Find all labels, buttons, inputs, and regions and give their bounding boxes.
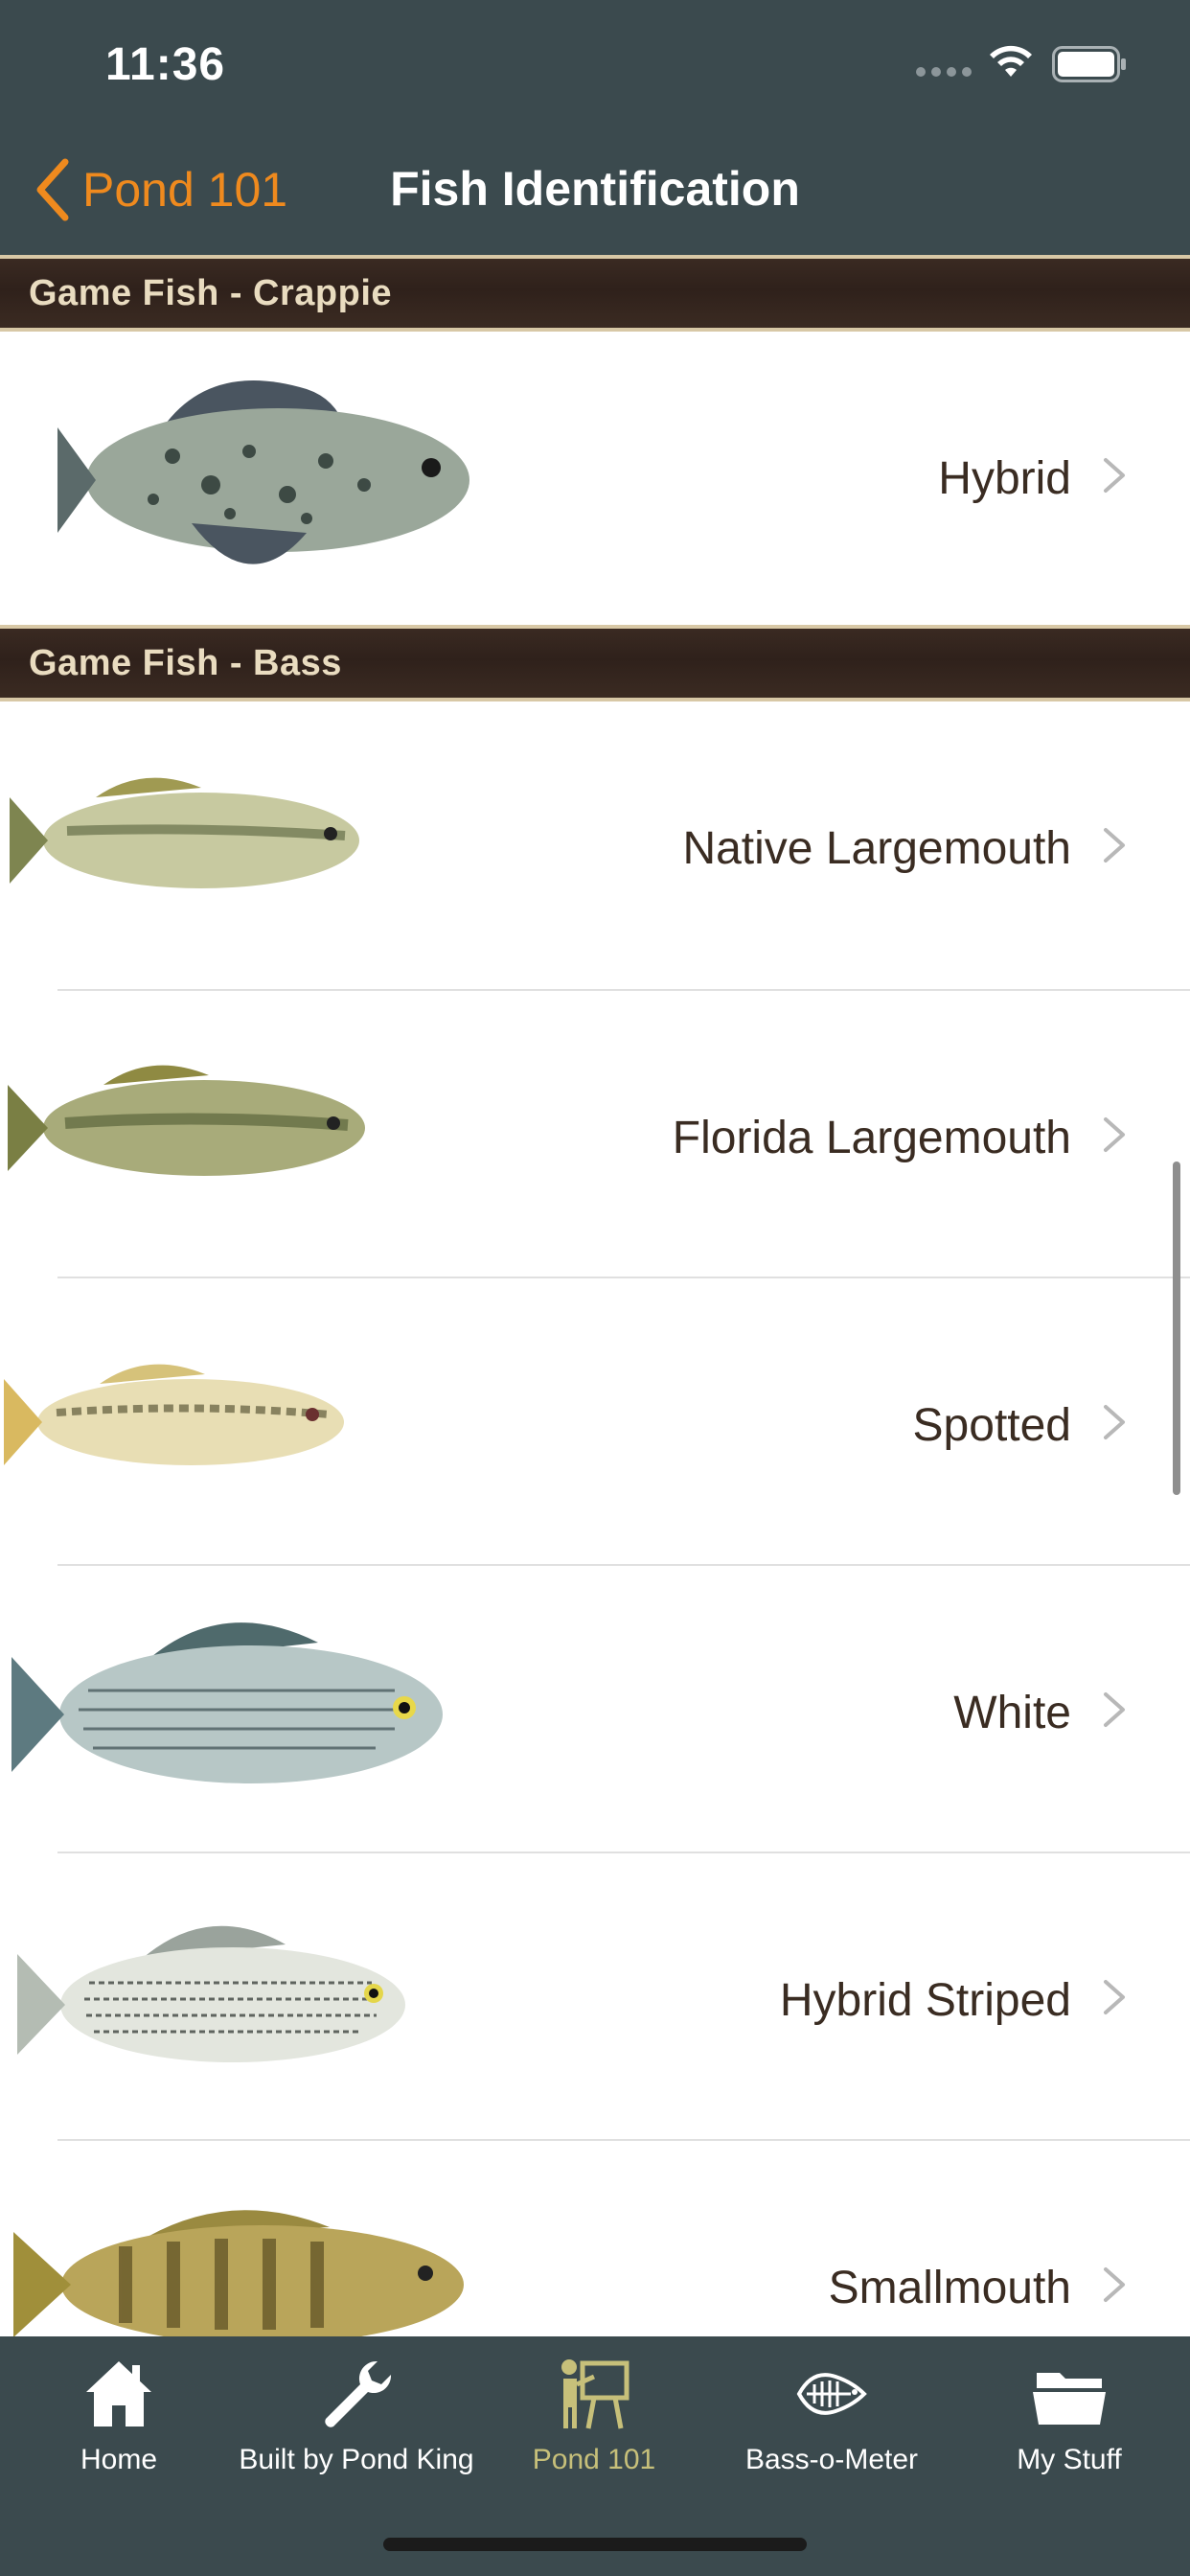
row-label: Hybrid Striped bbox=[779, 1975, 1071, 2026]
tab-my-stuff[interactable]: My Stuff bbox=[950, 2356, 1188, 2476]
chevron-right-icon bbox=[1104, 1405, 1125, 1439]
scroll-indicator[interactable] bbox=[1173, 1162, 1180, 1495]
row-label: Smallmouth bbox=[828, 2263, 1071, 2313]
list-item-florida-largemouth[interactable]: Florida Largemouth bbox=[0, 991, 1190, 1276]
tab-label: My Stuff bbox=[1017, 2444, 1122, 2475]
bass-skeleton-icon bbox=[796, 2373, 867, 2415]
chevron-right-icon bbox=[1104, 2267, 1125, 2302]
section-header-bass: Game Fish - Bass bbox=[0, 625, 1190, 702]
battery-icon bbox=[1052, 46, 1126, 82]
page-title: Fish Identification bbox=[390, 162, 800, 216]
chevron-right-icon bbox=[1104, 1692, 1125, 1727]
white-bass-image bbox=[11, 1622, 443, 1783]
list-item-smallmouth[interactable]: Smallmouth bbox=[0, 2141, 1190, 2336]
home-icon bbox=[86, 2361, 151, 2426]
list-item-spotted[interactable]: Spotted bbox=[0, 1278, 1190, 1564]
chevron-right-icon bbox=[1104, 458, 1125, 493]
tab-label: Built by Pond King bbox=[239, 2444, 474, 2475]
tab-home[interactable]: Home bbox=[0, 2356, 238, 2476]
tab-label: Bass-o-Meter bbox=[744, 2444, 919, 2475]
list-item-white[interactable]: White bbox=[0, 1566, 1190, 1852]
tab-bass-o-meter[interactable]: Bass-o-Meter bbox=[713, 2356, 950, 2476]
tab-pond-101[interactable]: Pond 101 bbox=[475, 2356, 713, 2476]
cellular-signal-icon bbox=[916, 67, 973, 79]
teacher-board-icon bbox=[561, 2359, 629, 2429]
row-label: White bbox=[953, 1688, 1071, 1738]
row-label: Hybrid bbox=[938, 453, 1071, 504]
list-item-hybrid-crappie[interactable]: Hybrid bbox=[0, 332, 1190, 625]
tab-label: Pond 101 bbox=[532, 2444, 656, 2475]
list-item-native-largemouth[interactable]: Native Largemouth bbox=[0, 702, 1190, 989]
hybrid-striped-bass-image bbox=[17, 1925, 405, 2062]
tab-built-by-pond-king[interactable]: Built by Pond King bbox=[238, 2356, 475, 2476]
home-indicator[interactable] bbox=[383, 2538, 807, 2551]
row-label: Spotted bbox=[912, 1400, 1071, 1451]
section-title: Game Fish - Bass bbox=[29, 642, 342, 683]
tab-label: Home bbox=[80, 2444, 158, 2475]
folder-icon bbox=[1033, 2373, 1106, 2425]
wifi-icon bbox=[990, 45, 1032, 77]
section-header-crappie: Game Fish - Crappie bbox=[0, 255, 1190, 332]
chevron-right-icon bbox=[1104, 1117, 1125, 1152]
spotted-bass-image bbox=[4, 1364, 344, 1465]
row-label: Native Largemouth bbox=[682, 823, 1071, 874]
navigation-bar: 11:36 Pond 101 Fish Identification bbox=[0, 0, 1190, 255]
largemouth-bass-image bbox=[10, 777, 359, 888]
list-item-hybrid-striped[interactable]: Hybrid Striped bbox=[0, 1853, 1190, 2139]
wrench-icon bbox=[325, 2360, 392, 2427]
crappie-fish-image bbox=[57, 380, 469, 564]
smallmouth-bass-image bbox=[13, 2210, 464, 2336]
florida-largemouth-image bbox=[8, 1065, 365, 1176]
chevron-right-icon bbox=[1104, 828, 1125, 862]
status-time: 11:36 bbox=[105, 39, 226, 90]
chevron-right-icon bbox=[1104, 1980, 1125, 2014]
section-title: Game Fish - Crappie bbox=[29, 272, 393, 313]
row-label: Florida Largemouth bbox=[672, 1113, 1071, 1163]
